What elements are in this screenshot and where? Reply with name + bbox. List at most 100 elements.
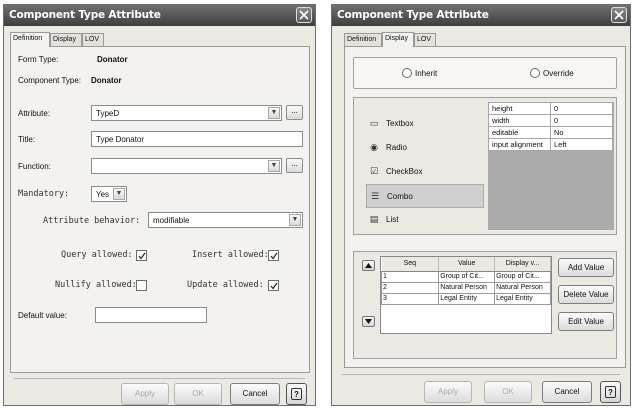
component-item-checkbox[interactable]: ☑ CheckBox — [366, 160, 484, 184]
arrow-up-icon — [365, 263, 372, 268]
component-item-textbox[interactable]: ▭ Textbox — [366, 112, 484, 136]
insert-allowed-checkbox[interactable] — [268, 250, 279, 261]
component-item-combo[interactable]: ☰ Combo — [366, 184, 484, 208]
component-label: Combo — [387, 192, 413, 201]
mandatory-select[interactable]: Yes ▼ — [91, 186, 127, 202]
arrow-down-icon — [365, 319, 372, 324]
column-header-seq[interactable]: Seq — [381, 257, 440, 272]
component-item-list[interactable]: ▤ List — [366, 208, 484, 232]
component-label: Radio — [386, 143, 407, 152]
inherit-radio[interactable] — [402, 68, 412, 78]
component-label: CheckBox — [386, 167, 423, 176]
lov-values-group: Seq Value Display v... 1 Group of Cit...… — [353, 251, 617, 359]
apply-button[interactable]: Apply — [424, 381, 472, 403]
cell-value: Group of Cit... — [438, 270, 496, 283]
attribute-select[interactable]: TypeD ▼ — [91, 105, 282, 121]
tab-lov[interactable]: LOV — [414, 33, 436, 46]
query-allowed-label: Query allowed: — [61, 250, 133, 260]
chevron-down-icon[interactable]: ▼ — [268, 107, 280, 119]
edit-value-button[interactable]: Edit Value — [558, 312, 614, 331]
property-key: editable — [488, 126, 551, 139]
property-key: width — [488, 114, 551, 127]
query-allowed-checkbox[interactable] — [136, 250, 147, 261]
properties-table: height 0 width 0 editable No input alignmen… — [488, 102, 613, 151]
table-row[interactable]: 1 Group of Cit... Group of Cit... — [380, 270, 551, 283]
nullify-allowed-checkbox[interactable] — [136, 280, 147, 291]
component-type-attribute-dialog-definition: Component Type Attribute Definition Disp… — [3, 4, 316, 406]
title-bar[interactable]: Component Type Attribute — [4, 5, 315, 26]
function-browse-button[interactable]: ... — [286, 158, 303, 173]
property-row[interactable]: width 0 — [488, 114, 613, 127]
tab-display[interactable]: Display — [382, 32, 414, 47]
function-label: Function: — [18, 162, 51, 171]
footer-divider — [342, 374, 620, 375]
definition-panel: Form Type: Donator Component Type: Donat… — [10, 46, 310, 373]
add-value-button[interactable]: Add Value — [558, 258, 614, 277]
dialog-title: Component Type Attribute — [9, 9, 161, 21]
attribute-behavior-select[interactable]: modifiable ▼ — [148, 212, 303, 228]
ok-button[interactable]: OK — [174, 383, 222, 405]
property-key: input alignment — [488, 138, 551, 151]
dialog-title: Component Type Attribute — [337, 9, 489, 21]
column-header-value[interactable]: Value — [438, 257, 496, 272]
property-value[interactable]: 0 — [550, 102, 613, 115]
update-allowed-checkbox[interactable] — [268, 280, 279, 291]
chevron-down-icon[interactable]: ▼ — [289, 214, 301, 226]
cancel-button[interactable]: Cancel — [542, 381, 592, 403]
tab-definition[interactable]: Definition — [10, 32, 50, 47]
attribute-browse-button[interactable]: ... — [286, 105, 303, 120]
table-row[interactable]: 3 Legal Entity Legal Entity — [380, 292, 551, 305]
tab-definition[interactable]: Definition — [344, 33, 382, 46]
mandatory-value: Yes — [96, 190, 110, 199]
help-icon: ? — [291, 388, 302, 400]
property-row[interactable]: editable No — [488, 126, 613, 139]
combo-icon: ☰ — [370, 191, 380, 201]
lov-table-container: Seq Value Display v... 1 Group of Cit...… — [380, 256, 552, 334]
ok-button[interactable]: OK — [484, 381, 532, 403]
apply-button[interactable]: Apply — [121, 383, 169, 405]
cell-value: Legal Entity — [438, 292, 496, 305]
component-type-label: Component Type: — [18, 76, 82, 85]
table-row[interactable]: 2 Natural Person Natural Person — [380, 281, 551, 294]
title-input[interactable]: Type Donator — [91, 131, 303, 147]
default-value-label: Default value: — [18, 311, 67, 320]
inherit-label: Inherit — [415, 69, 438, 78]
footer-divider — [14, 378, 305, 379]
title-bar[interactable]: Component Type Attribute — [332, 5, 630, 26]
help-button[interactable]: ? — [286, 383, 307, 405]
move-up-button[interactable] — [362, 260, 375, 271]
tab-display[interactable]: Display — [50, 33, 82, 46]
property-value[interactable]: No — [550, 126, 613, 139]
override-radio[interactable] — [530, 68, 540, 78]
delete-value-button[interactable]: Delete Value — [558, 285, 614, 304]
column-header-display[interactable]: Display v... — [494, 257, 551, 272]
cell-seq: 1 — [380, 270, 440, 283]
nullify-allowed-label: Nullify allowed: — [55, 280, 137, 290]
cell-seq: 2 — [380, 281, 440, 294]
component-type-value: Donator — [91, 76, 122, 85]
component-display-group: ▭ Textbox ◉ Radio ☑ CheckBox ☰ Combo ▤ L… — [353, 97, 617, 235]
help-button[interactable]: ? — [600, 381, 621, 403]
property-row[interactable]: input alignment Left — [488, 138, 613, 151]
tab-lov[interactable]: LOV — [82, 33, 104, 46]
function-select[interactable]: ▼ — [91, 158, 282, 174]
move-down-button[interactable] — [362, 316, 375, 327]
default-value-input[interactable] — [95, 307, 207, 323]
property-value[interactable]: Left — [550, 138, 613, 151]
lov-table: Seq Value Display v... 1 Group of Cit...… — [380, 257, 551, 305]
chevron-down-icon[interactable]: ▼ — [113, 188, 125, 200]
component-item-radio[interactable]: ◉ Radio — [366, 136, 484, 160]
title-label: Title: — [18, 135, 36, 144]
close-button[interactable] — [611, 7, 627, 23]
property-row[interactable]: height 0 — [488, 102, 613, 115]
textbox-icon: ▭ — [369, 118, 379, 128]
form-type-label: Form Type: — [18, 55, 59, 64]
close-button[interactable] — [296, 7, 312, 23]
checkmark-icon — [270, 282, 278, 290]
property-value[interactable]: 0 — [550, 114, 613, 127]
cancel-button[interactable]: Cancel — [230, 383, 280, 405]
chevron-down-icon[interactable]: ▼ — [268, 160, 280, 172]
checkmark-icon — [138, 252, 146, 260]
close-icon — [614, 10, 624, 20]
form-type-value: Donator — [97, 55, 128, 64]
